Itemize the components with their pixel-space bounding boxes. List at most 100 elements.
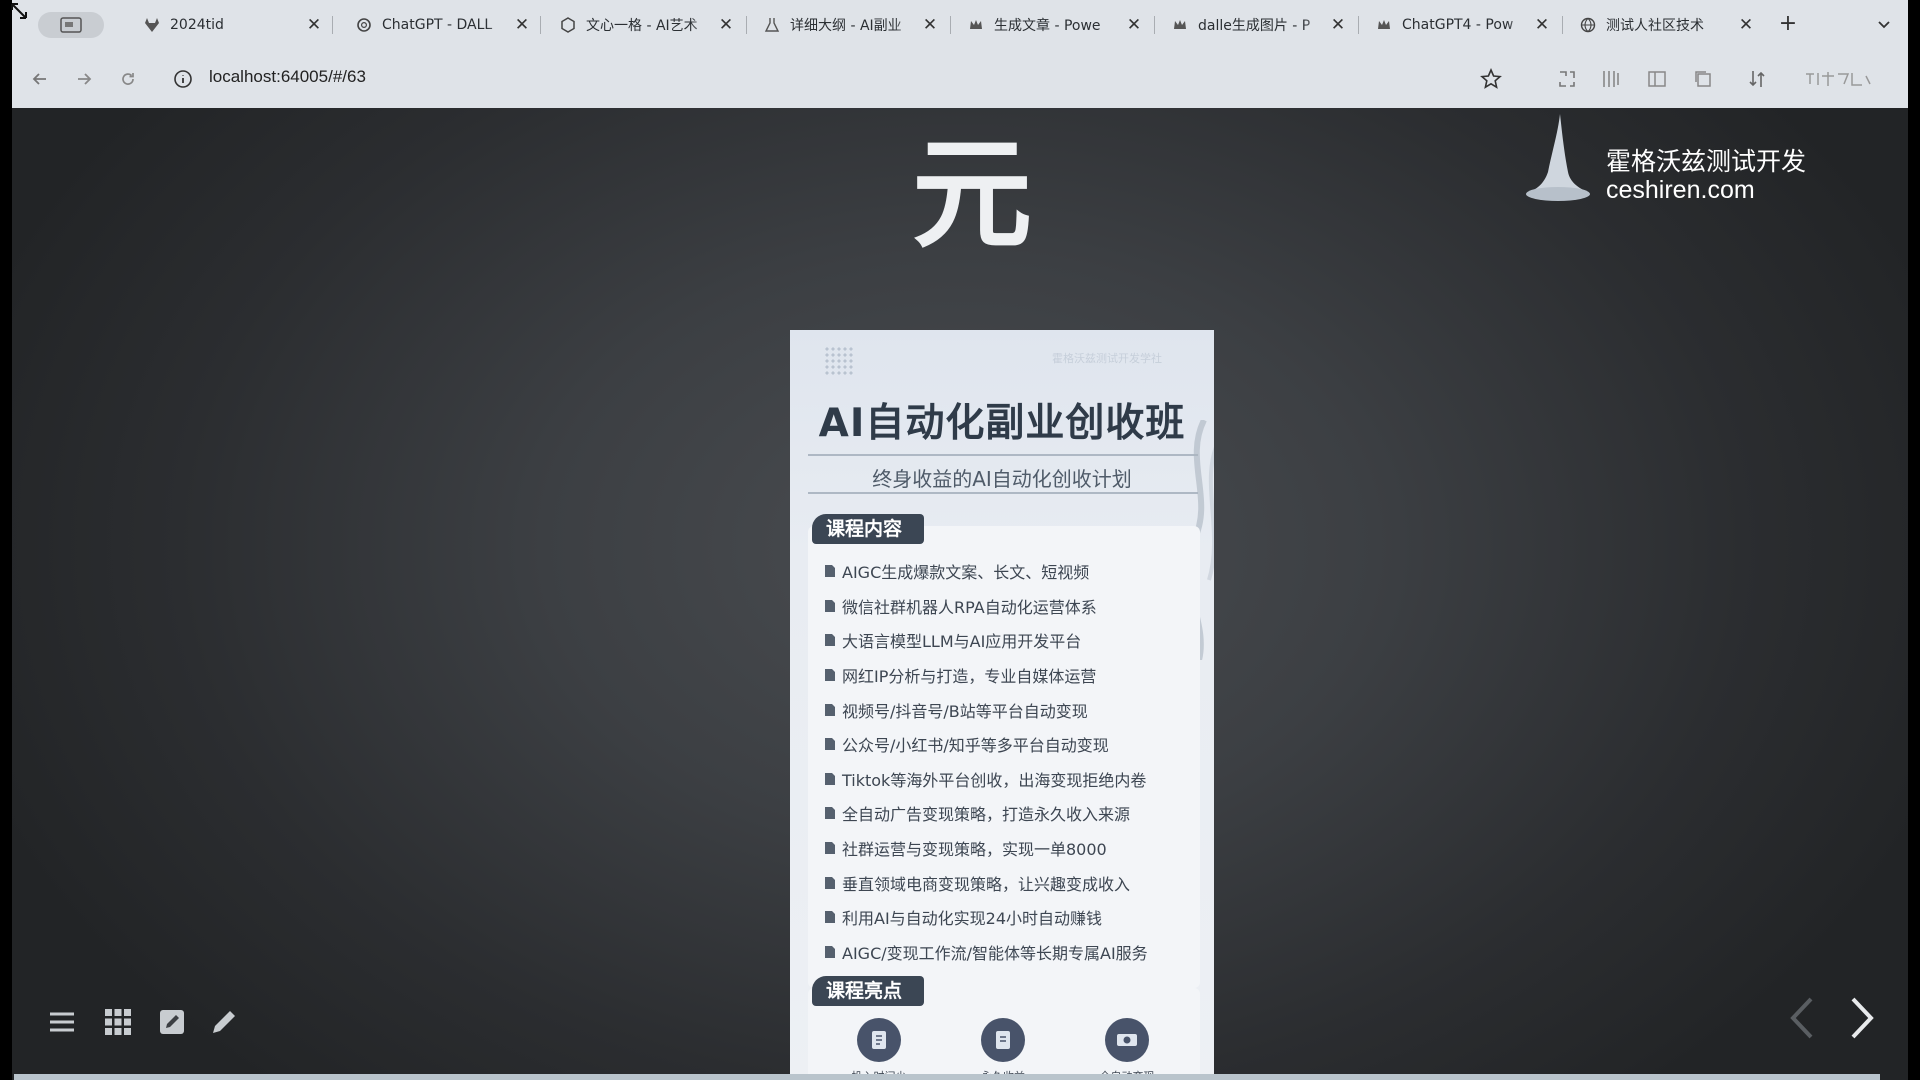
course-item-text: 公众号/小红书/知乎等多平台自动变现 <box>842 736 1109 756</box>
course-item-text: 垂直领域电商变现策略，让兴趣变成收入 <box>842 874 1131 894</box>
money-icon <box>1105 1018 1149 1062</box>
course-item-text: 网红IP分析与打造，专业自媒体运营 <box>842 667 1097 687</box>
overview-button[interactable] <box>102 1006 134 1038</box>
tab-separator <box>1562 16 1563 34</box>
sync-button[interactable] <box>1744 66 1770 92</box>
course-item-text: 视频号/抖音号/B站等平台自动变现 <box>842 701 1088 721</box>
slide-progress-bar <box>14 1074 1880 1080</box>
forward-arrow-icon <box>78 73 92 85</box>
close-icon[interactable]: ✕ <box>1124 15 1144 35</box>
tab-chatgpt4[interactable]: ChatGPT4 - Pow ✕ <box>1362 8 1558 42</box>
pencil-icon <box>213 1011 235 1033</box>
tab-dalle-image[interactable]: dalle生成图片 - P ✕ <box>1158 8 1354 42</box>
tab-ceshiren-community[interactable]: 测试人社区技术 ✕ <box>1566 8 1762 42</box>
star-icon <box>1480 68 1502 89</box>
list-item: 大语言模型LLM与AI应用开发平台 <box>824 623 1196 658</box>
tab-strip: 2024tid ✕ ChatGPT - DALL ✕ 文心一格 - AI艺术 ✕… <box>12 0 1908 50</box>
tab-generate-article[interactable]: 生成文章 - Powe ✕ <box>954 8 1150 42</box>
list-item: AIGC生成爆款文案、长文、短视频 <box>824 554 1196 589</box>
course-list: AIGC生成爆款文案、长文、短视频 微信社群机器人RPA自动化运营体系 大语言模… <box>824 554 1196 969</box>
tab-outline[interactable]: 详细大纲 - AI副业 ✕ <box>750 8 946 42</box>
pen-button[interactable] <box>208 1006 240 1038</box>
document-icon <box>825 565 835 578</box>
course-item-text: 全自动广告变现策略，打造永久收入来源 <box>842 805 1131 825</box>
close-icon[interactable]: ✕ <box>1328 15 1348 35</box>
back-button[interactable] <box>27 66 53 92</box>
tab-title: 详细大纲 - AI副业 <box>790 18 902 34</box>
tab-title: 测试人社区技术 <box>1606 18 1704 34</box>
address-bar[interactable]: localhost:64005/#/63 <box>209 67 366 87</box>
sync-icon <box>1749 71 1765 87</box>
menu-button[interactable] <box>46 1006 78 1038</box>
close-icon[interactable]: ✕ <box>1736 15 1756 35</box>
highlight-item: 全自动变现 <box>1072 1018 1182 1080</box>
extension-button[interactable] <box>1554 66 1580 92</box>
crown-icon <box>1376 17 1392 33</box>
info-icon <box>174 70 192 88</box>
back-arrow-icon <box>32 73 46 85</box>
collections-button[interactable] <box>1690 66 1716 92</box>
course-item-text: 利用AI与自动化实现24小时自动赚钱 <box>842 909 1103 929</box>
chevron-right-icon <box>1851 997 1874 1039</box>
list-item: 微信社群机器人RPA自动化运营体系 <box>824 589 1196 624</box>
tab-search-button[interactable] <box>38 12 104 38</box>
bookmark-button[interactable] <box>1478 66 1504 92</box>
close-icon[interactable]: ✕ <box>1532 15 1552 35</box>
tab-separator <box>950 16 951 34</box>
reload-button[interactable] <box>115 66 141 92</box>
browser-chrome: 2024tid ✕ ChatGPT - DALL ✕ 文心一格 - AI艺术 ✕… <box>12 0 1908 108</box>
brand-url: ceshiren.com <box>1606 176 1755 204</box>
tab-overview-icon <box>60 17 82 33</box>
chevron-down-icon <box>1878 21 1890 29</box>
forward-button[interactable] <box>71 66 97 92</box>
list-item: 公众号/小红书/知乎等多平台自动变现 <box>824 727 1196 762</box>
close-icon[interactable]: ✕ <box>920 15 940 35</box>
list-item: 视频号/抖音号/B站等平台自动变现 <box>824 692 1196 727</box>
sidebar-button[interactable] <box>1644 66 1670 92</box>
poster-divider <box>808 454 1198 456</box>
list-item: 利用AI与自动化实现24小时自动赚钱 <box>824 900 1196 935</box>
copy-icon <box>1695 71 1711 87</box>
document-icon <box>825 599 835 612</box>
course-item-text: 微信社群机器人RPA自动化运营体系 <box>842 597 1097 617</box>
poster-top-label: 霍格沃兹测试开发学社 <box>1052 352 1162 365</box>
tab-chatgpt-dall[interactable]: ChatGPT - DALL ✕ <box>342 8 538 42</box>
gitlab-icon <box>144 17 160 33</box>
sidebar-icon <box>1648 71 1666 87</box>
new-tab-button[interactable]: + <box>1776 13 1800 37</box>
chatgpt-icon <box>356 17 372 33</box>
hamburger-icon <box>50 1012 74 1032</box>
profile-button[interactable] <box>1804 66 1874 92</box>
list-item: AIGC/变现工作流/智能体等长期专属AI服务 <box>824 935 1196 970</box>
reading-list-button[interactable] <box>1598 66 1624 92</box>
site-info-button[interactable] <box>172 68 194 90</box>
highlight-item: 永久收益 <box>948 1018 1058 1080</box>
highlights-tag: 课程亮点 <box>812 976 924 1006</box>
document-icon <box>825 772 835 785</box>
tab-title: ChatGPT4 - Pow <box>1402 17 1514 33</box>
close-icon[interactable]: ✕ <box>512 15 532 35</box>
tab-2024tid[interactable]: 2024tid ✕ <box>130 8 330 42</box>
next-slide-button[interactable] <box>1842 988 1882 1048</box>
list-item: Tiktok等海外平台创收，出海变现拒绝内卷 <box>824 762 1196 797</box>
crown-icon <box>1172 17 1188 33</box>
extension-icon <box>1559 71 1575 87</box>
course-item-text: Tiktok等海外平台创收，出海变现拒绝内卷 <box>842 770 1147 790</box>
tab-separator <box>540 16 541 34</box>
brand-logo: 霍格沃兹测试开发 ceshiren.com <box>1524 112 1824 212</box>
tab-separator <box>746 16 747 34</box>
list-item: 社群运营与变现策略，实现一单8000 <box>824 831 1196 866</box>
tab-separator <box>1358 16 1359 34</box>
edit-button[interactable] <box>156 1006 188 1038</box>
document-icon <box>825 945 835 958</box>
course-item-text: AIGC/变现工作流/智能体等长期专属AI服务 <box>842 943 1148 963</box>
flask-icon <box>764 17 780 33</box>
course-item-text: 大语言模型LLM与AI应用开发平台 <box>842 632 1082 652</box>
brand-name: 霍格沃兹测试开发 <box>1606 147 1807 176</box>
close-icon[interactable]: ✕ <box>304 15 324 35</box>
tab-wenxin[interactable]: 文心一格 - AI艺术 ✕ <box>546 8 742 42</box>
tab-list-button[interactable] <box>1874 14 1894 34</box>
wenxin-icon <box>560 17 576 33</box>
close-icon[interactable]: ✕ <box>716 15 736 35</box>
previous-slide-button[interactable] <box>1782 988 1822 1048</box>
